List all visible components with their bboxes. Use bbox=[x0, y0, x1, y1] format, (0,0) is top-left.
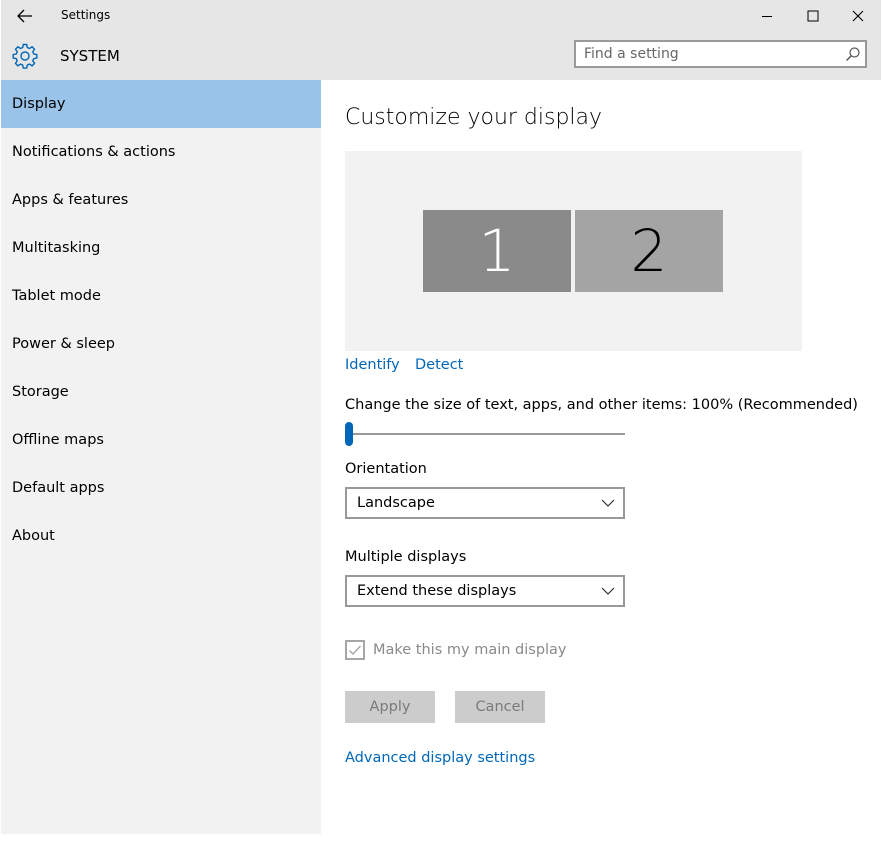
close-icon bbox=[852, 10, 864, 22]
close-button[interactable] bbox=[835, 0, 881, 32]
checkmark-icon bbox=[349, 645, 362, 656]
gear-icon bbox=[12, 43, 38, 69]
identify-link[interactable]: Identify bbox=[345, 357, 400, 373]
minimize-icon bbox=[762, 16, 772, 17]
sidebar-item-apps-features[interactable]: Apps & features bbox=[1, 176, 321, 224]
advanced-display-settings-link[interactable]: Advanced display settings bbox=[345, 750, 535, 766]
chevron-down-icon bbox=[601, 499, 615, 507]
back-button[interactable] bbox=[7, 2, 43, 30]
maximize-button[interactable] bbox=[790, 0, 836, 32]
display-arrangement: 1 2 bbox=[345, 151, 802, 351]
main-display-checkbox[interactable] bbox=[345, 640, 365, 660]
cancel-button[interactable]: Cancel bbox=[455, 691, 545, 723]
search-box[interactable] bbox=[574, 40, 867, 68]
minimize-button[interactable] bbox=[744, 0, 790, 32]
monitor-1[interactable]: 1 bbox=[423, 210, 571, 292]
main-content: Customize your display 1 2 Identify Dete… bbox=[321, 80, 881, 834]
sidebar-item-storage[interactable]: Storage bbox=[1, 368, 321, 416]
section-title: SYSTEM bbox=[60, 47, 120, 65]
scale-label: Change the size of text, apps, and other… bbox=[345, 397, 858, 413]
settings-window: Settings SYSTEM Find a setting Display N… bbox=[1, 0, 881, 834]
monitor-2[interactable]: 2 bbox=[575, 210, 723, 292]
sidebar-item-about[interactable]: About bbox=[1, 512, 321, 560]
title-bar: Settings bbox=[1, 0, 881, 32]
main-display-label: Make this my main display bbox=[373, 642, 567, 658]
sidebar-nav: Display Notifications & actions Apps & f… bbox=[1, 80, 321, 834]
orientation-dropdown[interactable]: Landscape bbox=[345, 487, 625, 519]
settings-header: SYSTEM bbox=[1, 32, 881, 80]
detect-link[interactable]: Detect bbox=[415, 357, 463, 373]
apply-button[interactable]: Apply bbox=[345, 691, 435, 723]
chevron-down-icon bbox=[601, 587, 615, 595]
sidebar-item-tablet-mode[interactable]: Tablet mode bbox=[1, 272, 321, 320]
search-icon[interactable] bbox=[845, 46, 861, 62]
sidebar-item-power-sleep[interactable]: Power & sleep bbox=[1, 320, 321, 368]
orientation-label: Orientation bbox=[345, 461, 427, 477]
page-title: Customize your display bbox=[345, 105, 603, 130]
sidebar-item-multitasking[interactable]: Multitasking bbox=[1, 224, 321, 272]
search-input[interactable] bbox=[584, 45, 834, 63]
multiple-displays-value: Extend these displays bbox=[357, 583, 517, 599]
maximize-icon bbox=[807, 10, 819, 22]
scale-slider-track[interactable] bbox=[345, 433, 625, 435]
scale-slider-thumb[interactable] bbox=[345, 422, 353, 446]
back-arrow-icon bbox=[17, 9, 32, 23]
multiple-displays-label: Multiple displays bbox=[345, 549, 467, 565]
multiple-displays-dropdown[interactable]: Extend these displays bbox=[345, 575, 625, 607]
orientation-value: Landscape bbox=[357, 495, 435, 511]
sidebar-item-notifications[interactable]: Notifications & actions bbox=[1, 128, 321, 176]
sidebar-item-display[interactable]: Display bbox=[1, 80, 321, 128]
sidebar-item-offline-maps[interactable]: Offline maps bbox=[1, 416, 321, 464]
sidebar-item-default-apps[interactable]: Default apps bbox=[1, 464, 321, 512]
window-title: Settings bbox=[61, 8, 111, 22]
